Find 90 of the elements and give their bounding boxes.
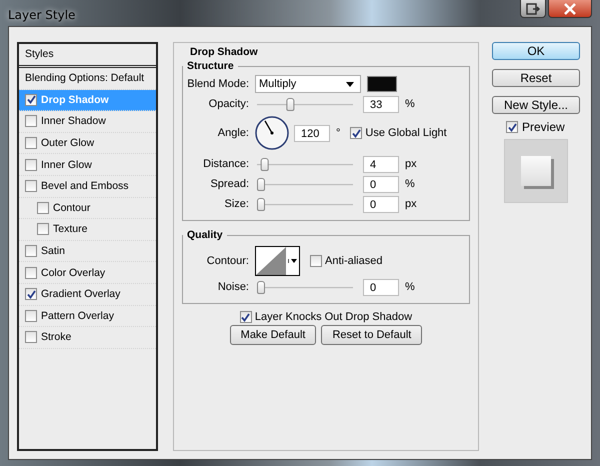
dialog-button[interactable]: New Style... — [492, 96, 580, 114]
style-item[interactable]: Outer Glow — [19, 132, 156, 154]
checkbox-label: Use Global Light — [365, 127, 447, 139]
checkbox[interactable] — [25, 331, 37, 344]
angle-dial[interactable] — [255, 116, 289, 150]
unit-label: ° — [336, 127, 340, 139]
style-item[interactable]: Bevel and Emboss — [19, 176, 156, 198]
slider-thumb[interactable] — [257, 280, 265, 294]
panel-title: Drop Shadow — [189, 46, 259, 58]
style-item[interactable]: Contour — [19, 198, 156, 220]
style-label: Texture — [53, 223, 88, 236]
field-label: Distance: — [202, 158, 249, 170]
field-label: Blend Mode: — [186, 78, 249, 90]
color-swatch[interactable] — [367, 76, 397, 92]
style-label: Blending Options: Default — [25, 72, 144, 84]
checkbox[interactable] — [25, 115, 37, 128]
checkbox[interactable] — [37, 223, 49, 236]
checkbox[interactable] — [25, 158, 37, 171]
style-item[interactable]: Satin — [19, 240, 156, 262]
style-item[interactable]: Texture — [19, 219, 156, 241]
panel-button[interactable]: Reset to Default — [321, 325, 422, 345]
checkbox-label: Anti-aliased — [325, 255, 382, 267]
caret-icon — [288, 259, 297, 263]
style-label: Bevel and Emboss — [41, 180, 129, 192]
close-icon — [563, 2, 577, 14]
unit-label: % — [405, 178, 415, 190]
input-field[interactable]: 0 — [363, 196, 399, 212]
field-label: Noise: — [216, 281, 249, 293]
style-label: Outer Glow — [41, 137, 94, 150]
slider-thumb[interactable] — [260, 158, 268, 170]
style-label: Stroke — [41, 331, 72, 344]
dialog-button[interactable]: Reset — [492, 69, 580, 87]
panel-button[interactable]: Make Default — [230, 325, 316, 345]
checkbox[interactable] — [25, 94, 37, 106]
checkbox[interactable] — [25, 137, 37, 150]
style-item[interactable]: Stroke — [19, 327, 156, 349]
checkbox[interactable] — [240, 311, 252, 323]
unit-label: px — [405, 198, 417, 210]
checkbox[interactable] — [37, 202, 49, 214]
close-button[interactable] — [548, 0, 592, 18]
checkbox[interactable] — [25, 310, 37, 322]
field-label: Spread: — [209, 178, 249, 190]
checkbox-label: Preview — [522, 120, 565, 134]
unit-label: % — [405, 98, 415, 110]
style-item[interactable]: Gradient Overlay — [19, 284, 156, 306]
styles-header: Styles — [19, 44, 156, 68]
input-field[interactable]: 0 — [363, 278, 399, 296]
checkbox[interactable] — [506, 121, 518, 133]
checkbox[interactable] — [25, 288, 37, 300]
checkbox[interactable] — [25, 245, 37, 258]
style-label: Drop Shadow — [41, 94, 109, 106]
contour-picker[interactable] — [255, 246, 300, 276]
blend-mode-dropdown[interactable]: Multiply — [255, 75, 361, 93]
style-item[interactable]: Color Overlay — [19, 262, 156, 284]
input-field[interactable]: 120 — [294, 124, 330, 142]
slider-thumb[interactable] — [257, 178, 265, 190]
style-label: Inner Glow — [41, 158, 92, 171]
checkbox[interactable] — [350, 127, 362, 139]
unit-label: px — [405, 158, 417, 170]
style-label: Satin — [41, 245, 65, 258]
checkbox[interactable] — [25, 180, 37, 192]
style-item[interactable]: Inner Shadow — [19, 111, 156, 133]
input-field[interactable]: 4 — [363, 156, 399, 172]
window-title: Layer Style — [8, 8, 76, 22]
exit-icon — [526, 2, 540, 14]
style-preview — [504, 139, 568, 203]
caret-icon — [346, 82, 354, 86]
style-label: Pattern Overlay — [41, 310, 114, 322]
checkbox[interactable] — [25, 266, 37, 279]
checkbox[interactable] — [310, 255, 322, 267]
dialog-button[interactable]: OK — [492, 42, 580, 60]
input-field[interactable]: 0 — [363, 176, 399, 192]
input-field[interactable]: 33 — [363, 96, 399, 112]
field-label: Size: — [224, 198, 249, 210]
style-label: Inner Shadow — [41, 115, 106, 128]
slider-thumb[interactable] — [257, 198, 265, 210]
style-label: Color Overlay — [41, 266, 106, 279]
style-item[interactable]: Pattern Overlay — [19, 306, 156, 328]
slider-thumb[interactable] — [286, 98, 294, 110]
style-label: Contour — [53, 202, 90, 214]
style-label: Gradient Overlay — [41, 288, 120, 300]
group-title: Quality — [186, 229, 224, 241]
unit-label: % — [405, 281, 415, 293]
field-label: Contour: — [206, 255, 249, 267]
checkbox-label: Layer Knocks Out Drop Shadow — [254, 311, 412, 323]
field-label: Opacity: — [208, 98, 249, 110]
style-item[interactable]: Inner Glow — [19, 154, 156, 176]
field-label: Angle: — [216, 127, 249, 139]
group-title: Structure — [186, 60, 235, 72]
restore-button[interactable] — [520, 0, 546, 18]
